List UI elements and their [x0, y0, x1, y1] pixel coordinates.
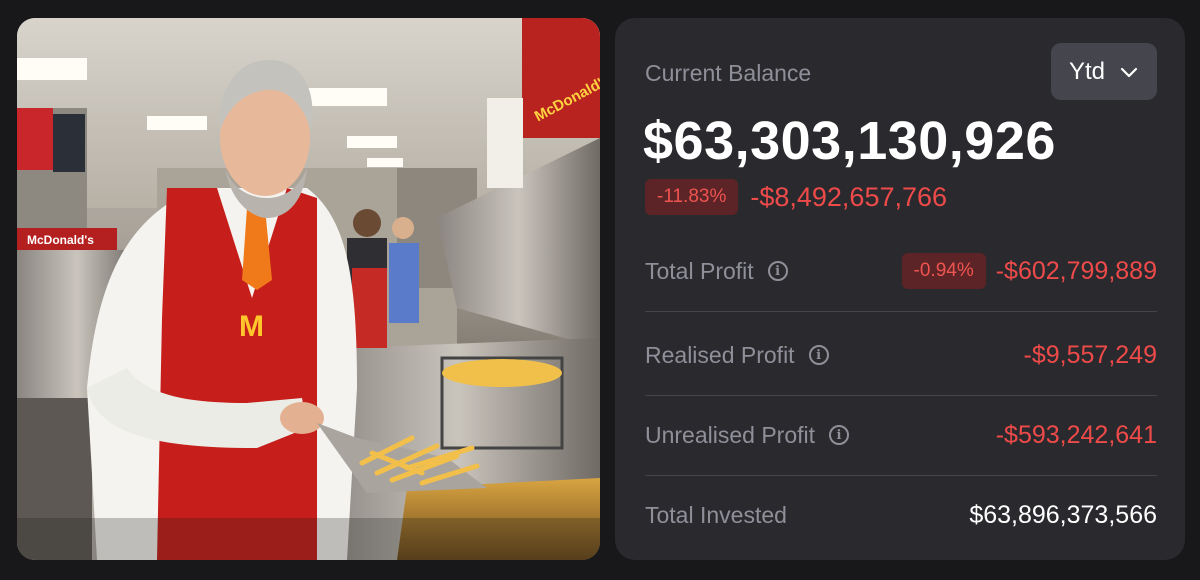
row-unrealised-profit: Unrealised Profit i -$593,242,641	[645, 395, 1157, 476]
svg-text:M: M	[239, 310, 264, 343]
unrealised-profit-label: Unrealised Profit	[645, 421, 816, 448]
total-profit-percent-badge: -0.94%	[901, 253, 986, 289]
balance-change: -11.83% -$8,492,657,766	[645, 179, 947, 215]
sign-left: McDonald's	[27, 233, 94, 247]
kitchen-photo: McDonald's McDonald's M	[17, 18, 600, 560]
info-icon[interactable]: i	[829, 425, 850, 445]
range-select-button[interactable]: Ytd	[1051, 43, 1157, 100]
realised-profit-value: -$9,557,249	[1023, 340, 1157, 369]
total-profit-value: -$602,799,889	[995, 256, 1157, 285]
row-total-profit: Total Profit i -0.94% -$602,799,889	[645, 231, 1157, 312]
chevron-down-icon	[1120, 67, 1138, 77]
row-realised-profit: Realised Profit i -$9,557,249	[645, 315, 1157, 396]
balance-value: $63,303,130,926	[643, 111, 1056, 171]
change-percent-badge: -11.83%	[645, 179, 739, 215]
current-balance-label: Current Balance	[645, 60, 812, 86]
row-total-invested: Total Invested $63,896,373,566	[645, 475, 1157, 555]
total-invested-value: $63,896,373,566	[969, 500, 1157, 529]
change-amount: -$8,492,657,766	[750, 181, 948, 212]
unrealised-profit-value: -$593,242,641	[995, 420, 1157, 449]
photo-panel: McDonald's McDonald's M	[17, 18, 600, 560]
info-icon[interactable]: i	[808, 345, 829, 365]
realised-profit-label: Realised Profit	[645, 341, 795, 368]
balance-card: Current Balance Ytd $63,303,130,926 -11.…	[615, 18, 1185, 560]
info-icon[interactable]: i	[767, 261, 788, 281]
range-select-label: Ytd	[1068, 57, 1106, 85]
total-profit-label: Total Profit	[645, 257, 754, 284]
total-invested-label: Total Invested	[645, 501, 787, 528]
